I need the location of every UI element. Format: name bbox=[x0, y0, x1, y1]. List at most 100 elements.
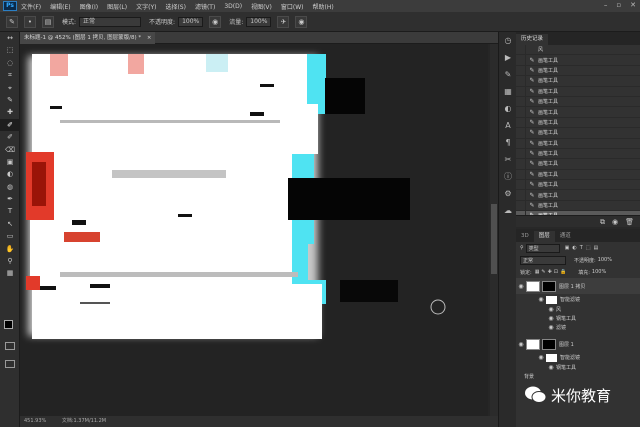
layer-row-layer1-copy[interactable]: ◉ 图层 1 拷贝 bbox=[516, 278, 640, 294]
hand-tool-icon[interactable]: ✋ bbox=[0, 243, 20, 255]
pen-tool-icon[interactable]: ✒ bbox=[0, 193, 20, 205]
document-tab[interactable]: 未标题-1 @ 452% (图层 1 拷贝, 图层蒙版/8) * × bbox=[20, 32, 156, 44]
quick-mask-icon[interactable] bbox=[5, 342, 15, 350]
history-source-checkbox[interactable] bbox=[516, 189, 526, 201]
filter-row[interactable]: ◉ 滤镜 bbox=[516, 323, 640, 332]
character-panel-icon[interactable]: A bbox=[499, 117, 517, 134]
history-source-checkbox[interactable] bbox=[516, 169, 526, 180]
screen-mode-icon[interactable] bbox=[5, 360, 15, 368]
zoom-tool-icon[interactable]: ⚲ bbox=[0, 255, 20, 267]
new-document-from-state-icon[interactable]: ⧉ bbox=[600, 216, 605, 227]
zoom-readout[interactable]: 451.93% bbox=[24, 418, 46, 424]
layer-mask-thumbnail[interactable] bbox=[542, 338, 556, 350]
info-panel-icon[interactable]: ⓘ bbox=[499, 168, 517, 185]
menu-layer[interactable]: 图层(L) bbox=[107, 2, 127, 11]
menu-view[interactable]: 视图(V) bbox=[251, 2, 272, 11]
swatches-icon[interactable]: ▦ bbox=[499, 83, 517, 100]
visibility-eye-icon[interactable]: ◉ bbox=[516, 341, 526, 348]
smart-filters-row[interactable]: ◉ 智能滤镜 bbox=[516, 352, 640, 363]
properties-panel-icon[interactable]: ⚙ bbox=[499, 185, 517, 202]
clone-stamp-tool-icon[interactable]: ✐ bbox=[0, 131, 20, 143]
brush-size-icon[interactable]: • bbox=[24, 15, 36, 28]
canvas-area[interactable] bbox=[20, 44, 490, 416]
layer-mask-thumbnail[interactable] bbox=[542, 280, 556, 292]
healing-tool-icon[interactable]: ✚ bbox=[0, 106, 20, 118]
history-item[interactable]: ✎画笔工具 bbox=[516, 158, 640, 170]
history-source-checkbox[interactable] bbox=[516, 65, 526, 76]
brush-preset-icon[interactable]: ✎ bbox=[6, 15, 18, 28]
rectangle-tool-icon[interactable]: ▭ bbox=[0, 230, 20, 242]
history-item[interactable]: ✎画笔工具 bbox=[516, 106, 640, 118]
mode-select[interactable]: 正常 bbox=[79, 16, 142, 27]
history-item[interactable]: ✎画笔工具 bbox=[516, 75, 640, 87]
history-item[interactable]: ✎画笔工具 bbox=[516, 189, 640, 201]
blur-tool-icon[interactable]: ◐ bbox=[0, 168, 20, 180]
history-item[interactable]: ✎画笔工具 bbox=[516, 65, 640, 77]
menu-help[interactable]: 帮助(H) bbox=[313, 2, 334, 11]
tab-3d[interactable]: 3D bbox=[516, 231, 534, 242]
eyedropper-tool-icon[interactable]: ✎ bbox=[0, 94, 20, 106]
vertical-scroll-thumb[interactable] bbox=[491, 204, 497, 274]
layer-name[interactable]: 图层 1 bbox=[559, 341, 574, 348]
airbrush-icon[interactable]: ✈ bbox=[277, 15, 290, 28]
tab-layers[interactable]: 图层 bbox=[533, 231, 555, 242]
create-snapshot-icon[interactable]: ◉ bbox=[612, 216, 618, 227]
layer-name[interactable]: 图层 1 拷贝 bbox=[559, 283, 585, 290]
minimize-button[interactable]: – bbox=[604, 1, 608, 9]
history-panel-icon[interactable]: ◷ bbox=[499, 32, 517, 49]
lock-icons[interactable]: ▦✎✚⊡🔒 bbox=[535, 269, 569, 275]
filter-kind-select[interactable]: 类型 bbox=[525, 243, 560, 253]
filter-icons[interactable]: ▣◐T⬚▤ bbox=[565, 245, 602, 251]
history-source-checkbox[interactable] bbox=[516, 75, 526, 87]
pressure-opacity-icon[interactable]: ◉ bbox=[209, 15, 222, 28]
menu-edit[interactable]: 编辑(E) bbox=[50, 2, 70, 11]
vertical-scrollbar[interactable] bbox=[490, 44, 498, 416]
history-source-checkbox[interactable] bbox=[516, 138, 526, 149]
menu-file[interactable]: 文件(F) bbox=[21, 2, 41, 11]
history-item[interactable]: ✎画笔工具 bbox=[516, 86, 640, 97]
blend-mode-select[interactable]: 正常 bbox=[520, 255, 566, 265]
type-tool-icon[interactable]: T bbox=[0, 205, 20, 217]
history-source-checkbox[interactable] bbox=[516, 54, 526, 66]
history-source-checkbox[interactable] bbox=[516, 106, 526, 118]
crop-tool-icon[interactable]: ⌖ bbox=[0, 82, 20, 94]
menu-window[interactable]: 窗口(W) bbox=[281, 2, 304, 11]
history-source-checkbox[interactable] bbox=[516, 96, 526, 107]
history-item[interactable]: ✎画笔工具 bbox=[516, 200, 640, 212]
pressure-size-icon[interactable]: ◉ bbox=[295, 15, 308, 28]
lasso-tool-icon[interactable]: ◌ bbox=[0, 57, 20, 69]
path-select-tool-icon[interactable]: ↖ bbox=[0, 218, 20, 230]
gradient-tool-icon[interactable]: ▣ bbox=[0, 156, 20, 168]
layer-row-layer1[interactable]: ◉ 图层 1 bbox=[516, 336, 640, 352]
filter-row[interactable]: ◉ 钢笔工具 bbox=[516, 363, 640, 372]
opacity-field[interactable]: 100% bbox=[178, 16, 204, 27]
smart-filters-row[interactable]: ◉ 智能滤镜 bbox=[516, 294, 640, 305]
libraries-panel-icon[interactable]: ☁ bbox=[499, 202, 517, 219]
tab-channels[interactable]: 通道 bbox=[555, 231, 576, 242]
history-source-checkbox[interactable] bbox=[516, 179, 526, 190]
maximize-button[interactable]: ▫ bbox=[616, 1, 621, 9]
history-source-checkbox[interactable] bbox=[516, 158, 526, 170]
adjustments-icon[interactable]: ◐ bbox=[499, 100, 517, 117]
filter-row[interactable]: ◉ 风 bbox=[516, 305, 640, 314]
menu-3d[interactable]: 3D(D) bbox=[224, 3, 242, 10]
history-item[interactable]: ✎画笔工具 bbox=[516, 117, 640, 129]
menu-select[interactable]: 选择(S) bbox=[165, 2, 186, 11]
history-source-checkbox[interactable] bbox=[516, 117, 526, 128]
history-snapshot-row[interactable]: 风 bbox=[516, 44, 640, 56]
tab-history[interactable]: 历史记录 bbox=[516, 34, 549, 45]
foreground-color-swatch[interactable] bbox=[4, 320, 13, 329]
history-item[interactable]: ✎画笔工具 bbox=[516, 127, 640, 139]
history-source-checkbox[interactable] bbox=[516, 127, 526, 139]
fill-field[interactable]: 100% bbox=[592, 269, 606, 275]
layer-name[interactable]: 背景 bbox=[524, 373, 534, 380]
brush-panel-icon[interactable]: ▤ bbox=[42, 15, 54, 28]
brush-tool-icon[interactable]: ✐ bbox=[0, 118, 20, 132]
close-window-button[interactable]: ✕ bbox=[630, 1, 636, 9]
filter-row[interactable]: ◉ 钢笔工具 bbox=[516, 314, 640, 323]
delete-state-icon[interactable]: 🗑 bbox=[625, 216, 634, 227]
move-tool-icon[interactable]: ↔ bbox=[0, 32, 20, 44]
menu-type[interactable]: 文字(Y) bbox=[136, 2, 156, 11]
history-source-checkbox[interactable] bbox=[516, 86, 526, 97]
history-item[interactable]: ✎画笔工具 bbox=[516, 148, 640, 160]
